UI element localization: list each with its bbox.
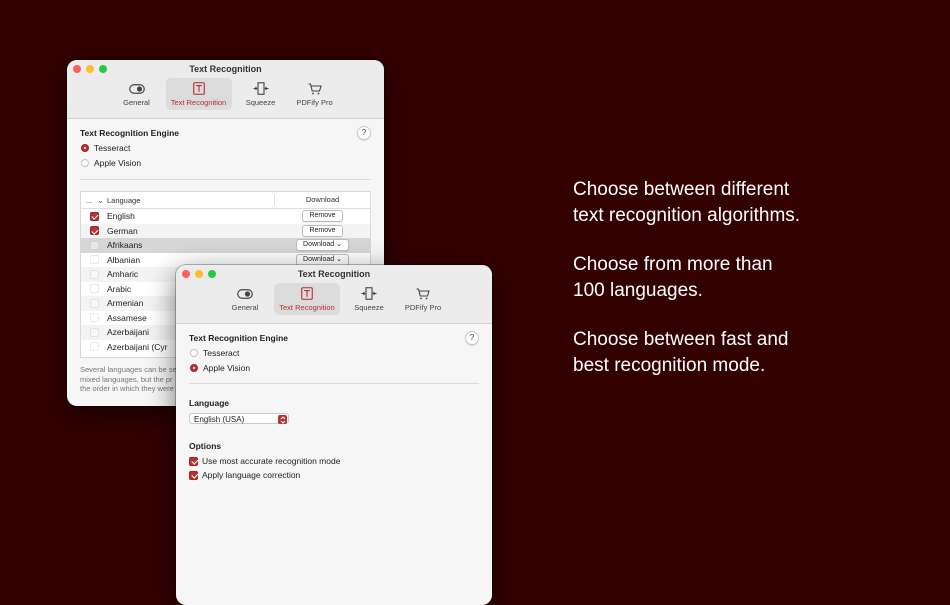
table-row[interactable]: English Remove bbox=[81, 209, 370, 224]
options-section-title: Options bbox=[189, 441, 222, 451]
cart-icon bbox=[416, 286, 430, 301]
option-language-correction[interactable]: Apply language correction bbox=[189, 470, 300, 480]
squeeze-icon bbox=[361, 286, 377, 301]
language-name: English bbox=[107, 211, 135, 222]
option-label: Apply language correction bbox=[202, 470, 301, 480]
up-down-chevron-icon bbox=[278, 415, 287, 424]
language-checkbox[interactable] bbox=[89, 327, 99, 337]
radio-indicator bbox=[190, 349, 198, 357]
radio-label: Tesseract bbox=[94, 143, 131, 153]
column-menu[interactable]: ... ⌄ bbox=[81, 196, 107, 205]
download-popup[interactable]: Download ⌄ bbox=[296, 253, 349, 266]
chevron-down-icon: ⌄ bbox=[336, 255, 342, 263]
chevron-down-icon: ⌄ bbox=[336, 241, 342, 249]
help-button[interactable]: ? bbox=[357, 126, 371, 140]
tab-text-recognition[interactable]: Text Recognition bbox=[274, 283, 340, 315]
preferences-toolbar: General Text Recognition Squeeze PDFify … bbox=[176, 283, 492, 315]
language-checkbox[interactable] bbox=[89, 313, 99, 323]
promo-text-languages: Choose from more than 100 languages. bbox=[573, 254, 773, 301]
tab-label: General bbox=[123, 98, 150, 107]
toggle-icon bbox=[128, 81, 145, 96]
remove-button[interactable]: Remove bbox=[302, 210, 343, 223]
column-language[interactable]: Language bbox=[107, 196, 274, 205]
language-select[interactable]: English (USA) bbox=[189, 413, 289, 424]
language-checkbox[interactable] bbox=[89, 240, 99, 250]
tab-label: Squeeze bbox=[245, 98, 276, 107]
radio-apple-vision[interactable]: Apple Vision bbox=[81, 158, 141, 168]
radio-apple-vision[interactable]: Apple Vision bbox=[190, 363, 250, 373]
column-download[interactable]: Download bbox=[274, 194, 370, 206]
table-header: ... ⌄ Language Download bbox=[81, 192, 370, 209]
tab-label: Squeeze bbox=[354, 303, 384, 312]
tab-general[interactable]: General bbox=[112, 78, 162, 110]
engine-section-title: Text Recognition Engine bbox=[189, 333, 289, 343]
chevron-down-icon: ⌄ bbox=[97, 195, 104, 205]
radio-label: Apple Vision bbox=[203, 363, 251, 373]
tab-squeeze[interactable]: Squeeze bbox=[344, 283, 394, 315]
option-accurate-mode[interactable]: Use most accurate recognition mode bbox=[189, 456, 340, 466]
preferences-toolbar: General Text Recognition Squeeze PDFify … bbox=[67, 78, 384, 110]
remove-button[interactable]: Remove bbox=[302, 224, 343, 237]
window-title: Text Recognition bbox=[297, 269, 371, 279]
language-name: Albanian bbox=[107, 254, 141, 265]
option-label: Use most accurate recognition mode bbox=[202, 456, 341, 466]
tab-squeeze[interactable]: Squeeze bbox=[236, 78, 286, 110]
tab-label: PDFify Pro bbox=[404, 303, 442, 312]
radio-tesseract[interactable]: Tesseract bbox=[190, 348, 239, 358]
tab-label: Text Recognition bbox=[170, 98, 227, 107]
text-box-icon bbox=[301, 286, 313, 301]
window-titlebar: Text Recognition General Text Recognitio… bbox=[67, 60, 384, 119]
language-checkbox[interactable] bbox=[89, 298, 99, 308]
help-button[interactable]: ? bbox=[465, 331, 479, 345]
language-section-title: Language bbox=[189, 398, 230, 408]
language-checkbox[interactable] bbox=[89, 255, 99, 265]
tab-general[interactable]: General bbox=[220, 283, 270, 315]
radio-label: Apple Vision bbox=[94, 158, 142, 168]
engine-section-title: Text Recognition Engine bbox=[80, 128, 180, 138]
language-checkbox[interactable] bbox=[89, 269, 99, 279]
table-row[interactable]: German Remove bbox=[81, 223, 370, 238]
download-popup[interactable]: Download ⌄ bbox=[296, 239, 349, 252]
language-select-value: English (USA) bbox=[194, 415, 245, 424]
language-name: German bbox=[107, 225, 138, 236]
radio-indicator bbox=[190, 364, 198, 372]
window-title: Text Recognition bbox=[189, 64, 262, 74]
preferences-window-front: Text Recognition General Text Recognitio… bbox=[176, 265, 492, 605]
language-name: Afrikaans bbox=[107, 240, 143, 251]
table-row[interactable]: Afrikaans Download ⌄ bbox=[81, 238, 370, 253]
cart-icon bbox=[308, 81, 322, 96]
section-divider bbox=[80, 179, 371, 180]
checkbox[interactable] bbox=[189, 470, 198, 480]
tab-label: Text Recognition bbox=[279, 303, 335, 312]
tab-pdfify-pro[interactable]: PDFify Pro bbox=[398, 283, 448, 315]
radio-label: Tesseract bbox=[203, 348, 240, 358]
window-titlebar: Text Recognition General Text Recognitio… bbox=[176, 265, 492, 324]
toggle-icon bbox=[237, 286, 253, 301]
tab-text-recognition[interactable]: Text Recognition bbox=[165, 78, 232, 110]
language-checkbox[interactable] bbox=[89, 211, 99, 221]
radio-indicator bbox=[81, 144, 89, 152]
radio-tesseract[interactable]: Tesseract bbox=[81, 143, 130, 153]
tab-label: General bbox=[231, 303, 259, 312]
radio-indicator bbox=[81, 159, 89, 167]
language-checkbox[interactable] bbox=[89, 226, 99, 236]
language-checkbox[interactable] bbox=[89, 342, 99, 352]
text-box-icon bbox=[192, 81, 205, 96]
pane-content: Text Recognition Engine ? Tesseract Appl… bbox=[176, 324, 492, 605]
tab-pdfify-pro[interactable]: PDFify Pro bbox=[290, 78, 340, 110]
language-checkbox[interactable] bbox=[89, 284, 99, 294]
tab-label: PDFify Pro bbox=[296, 98, 333, 107]
promo-text-algorithms: Choose between different text recognitio… bbox=[573, 179, 801, 226]
section-divider bbox=[189, 383, 479, 384]
checkbox[interactable] bbox=[189, 456, 198, 466]
squeeze-icon bbox=[253, 81, 269, 96]
promo-text-modes: Choose between fast and best recognition… bbox=[573, 329, 789, 376]
